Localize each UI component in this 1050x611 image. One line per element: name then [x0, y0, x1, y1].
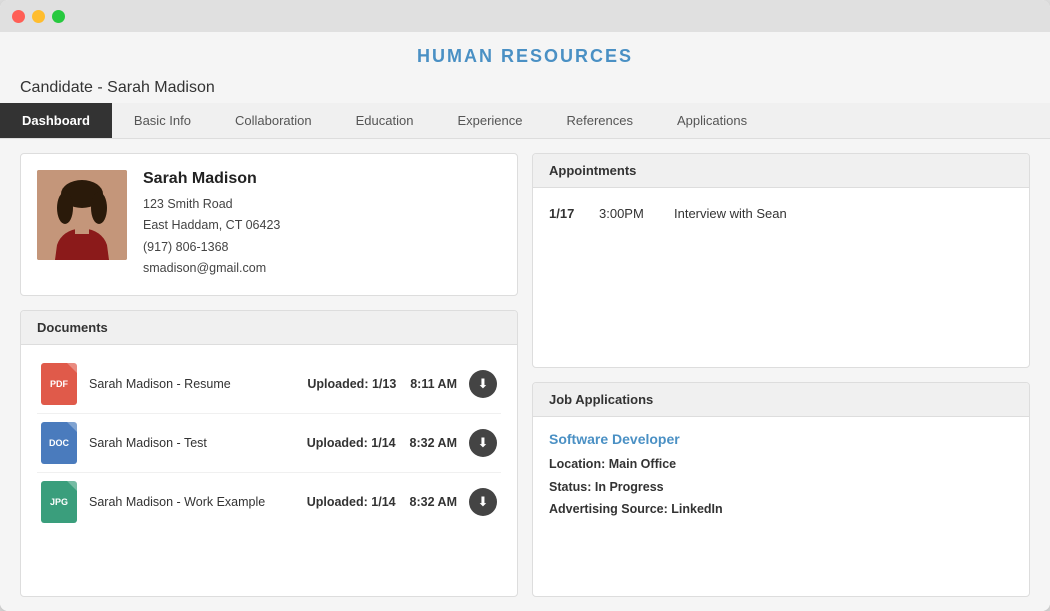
doc-download-button[interactable]: ⬇: [469, 488, 497, 516]
job-status: Status: In Progress: [549, 476, 1013, 499]
doc-name: Sarah Madison - Resume: [89, 377, 295, 391]
tab-applications[interactable]: Applications: [655, 103, 769, 138]
profile-address2: East Haddam, CT 06423: [143, 218, 280, 232]
profile-email: smadison@gmail.com: [143, 261, 266, 275]
profile-name: Sarah Madison: [143, 170, 280, 188]
tab-education[interactable]: Education: [334, 103, 436, 138]
job-applications-card: Job Applications Software Developer Loca…: [532, 382, 1030, 597]
app-title: HUMAN RESOURCES: [0, 46, 1050, 67]
pdf-icon: PDF: [41, 363, 77, 405]
jpg-icon: JPG: [41, 481, 77, 523]
status-value: In Progress: [595, 480, 664, 494]
location-value: Main Office: [609, 457, 676, 471]
doc-download-button[interactable]: ⬇: [469, 370, 497, 398]
status-label: Status:: [549, 480, 591, 494]
tab-bar: Dashboard Basic Info Collaboration Educa…: [0, 103, 1050, 139]
profile-card: Sarah Madison 123 Smith Road East Haddam…: [20, 153, 518, 296]
left-column: Sarah Madison 123 Smith Road East Haddam…: [20, 153, 518, 597]
documents-body: PDF Sarah Madison - Resume Uploaded: 1/1…: [21, 345, 517, 541]
documents-header: Documents: [21, 311, 517, 345]
job-applications-body: Software Developer Location: Main Office…: [533, 417, 1029, 535]
appointment-row: 1/17 3:00PM Interview with Sean: [549, 198, 1013, 229]
appointments-header: Appointments: [533, 154, 1029, 188]
appt-date: 1/17: [549, 206, 579, 221]
profile-phone: (917) 806-1368: [143, 240, 228, 254]
doc-row: PDF Sarah Madison - Resume Uploaded: 1/1…: [37, 355, 501, 414]
main-content: Sarah Madison 123 Smith Road East Haddam…: [0, 139, 1050, 611]
tab-basic-info[interactable]: Basic Info: [112, 103, 213, 138]
job-location: Location: Main Office: [549, 453, 1013, 476]
maximize-button[interactable]: [52, 10, 65, 23]
job-title: Software Developer: [549, 431, 1013, 447]
appt-time: 3:00PM: [599, 206, 654, 221]
documents-card: Documents PDF Sarah Madison - Resume Upl…: [20, 310, 518, 597]
profile-info: Sarah Madison 123 Smith Road East Haddam…: [143, 170, 280, 279]
job-ad-source: Advertising Source: LinkedIn: [549, 498, 1013, 521]
doc-meta: Uploaded: 1/14 8:32 AM: [307, 495, 457, 509]
tab-collaboration[interactable]: Collaboration: [213, 103, 334, 138]
appt-desc: Interview with Sean: [674, 206, 787, 221]
tab-experience[interactable]: Experience: [435, 103, 544, 138]
doc-name: Sarah Madison - Test: [89, 436, 295, 450]
title-bar: [0, 0, 1050, 32]
doc-meta: Uploaded: 1/13 8:11 AM: [307, 377, 457, 391]
tab-references[interactable]: References: [544, 103, 654, 138]
appointments-card: Appointments 1/17 3:00PM Interview with …: [532, 153, 1030, 368]
app-content: HUMAN RESOURCES Candidate - Sarah Madiso…: [0, 32, 1050, 611]
doc-download-button[interactable]: ⬇: [469, 429, 497, 457]
app-header: HUMAN RESOURCES: [0, 32, 1050, 75]
doc-name: Sarah Madison - Work Example: [89, 495, 295, 509]
ad-source-value: LinkedIn: [671, 502, 722, 516]
doc-row: DOC Sarah Madison - Test Uploaded: 1/14 …: [37, 414, 501, 473]
app-window: HUMAN RESOURCES Candidate - Sarah Madiso…: [0, 0, 1050, 611]
doc-meta: Uploaded: 1/14 8:32 AM: [307, 436, 457, 450]
right-column: Appointments 1/17 3:00PM Interview with …: [532, 153, 1030, 597]
job-applications-header: Job Applications: [533, 383, 1029, 417]
candidate-label: Candidate - Sarah Madison: [0, 75, 1050, 97]
ad-source-label: Advertising Source:: [549, 502, 668, 516]
doc-icon: DOC: [41, 422, 77, 464]
appointments-body: 1/17 3:00PM Interview with Sean: [533, 188, 1029, 239]
tab-dashboard[interactable]: Dashboard: [0, 103, 112, 138]
profile-address1: 123 Smith Road: [143, 197, 233, 211]
avatar: [37, 170, 127, 260]
location-label: Location:: [549, 457, 605, 471]
close-button[interactable]: [12, 10, 25, 23]
minimize-button[interactable]: [32, 10, 45, 23]
doc-row: JPG Sarah Madison - Work Example Uploade…: [37, 473, 501, 531]
